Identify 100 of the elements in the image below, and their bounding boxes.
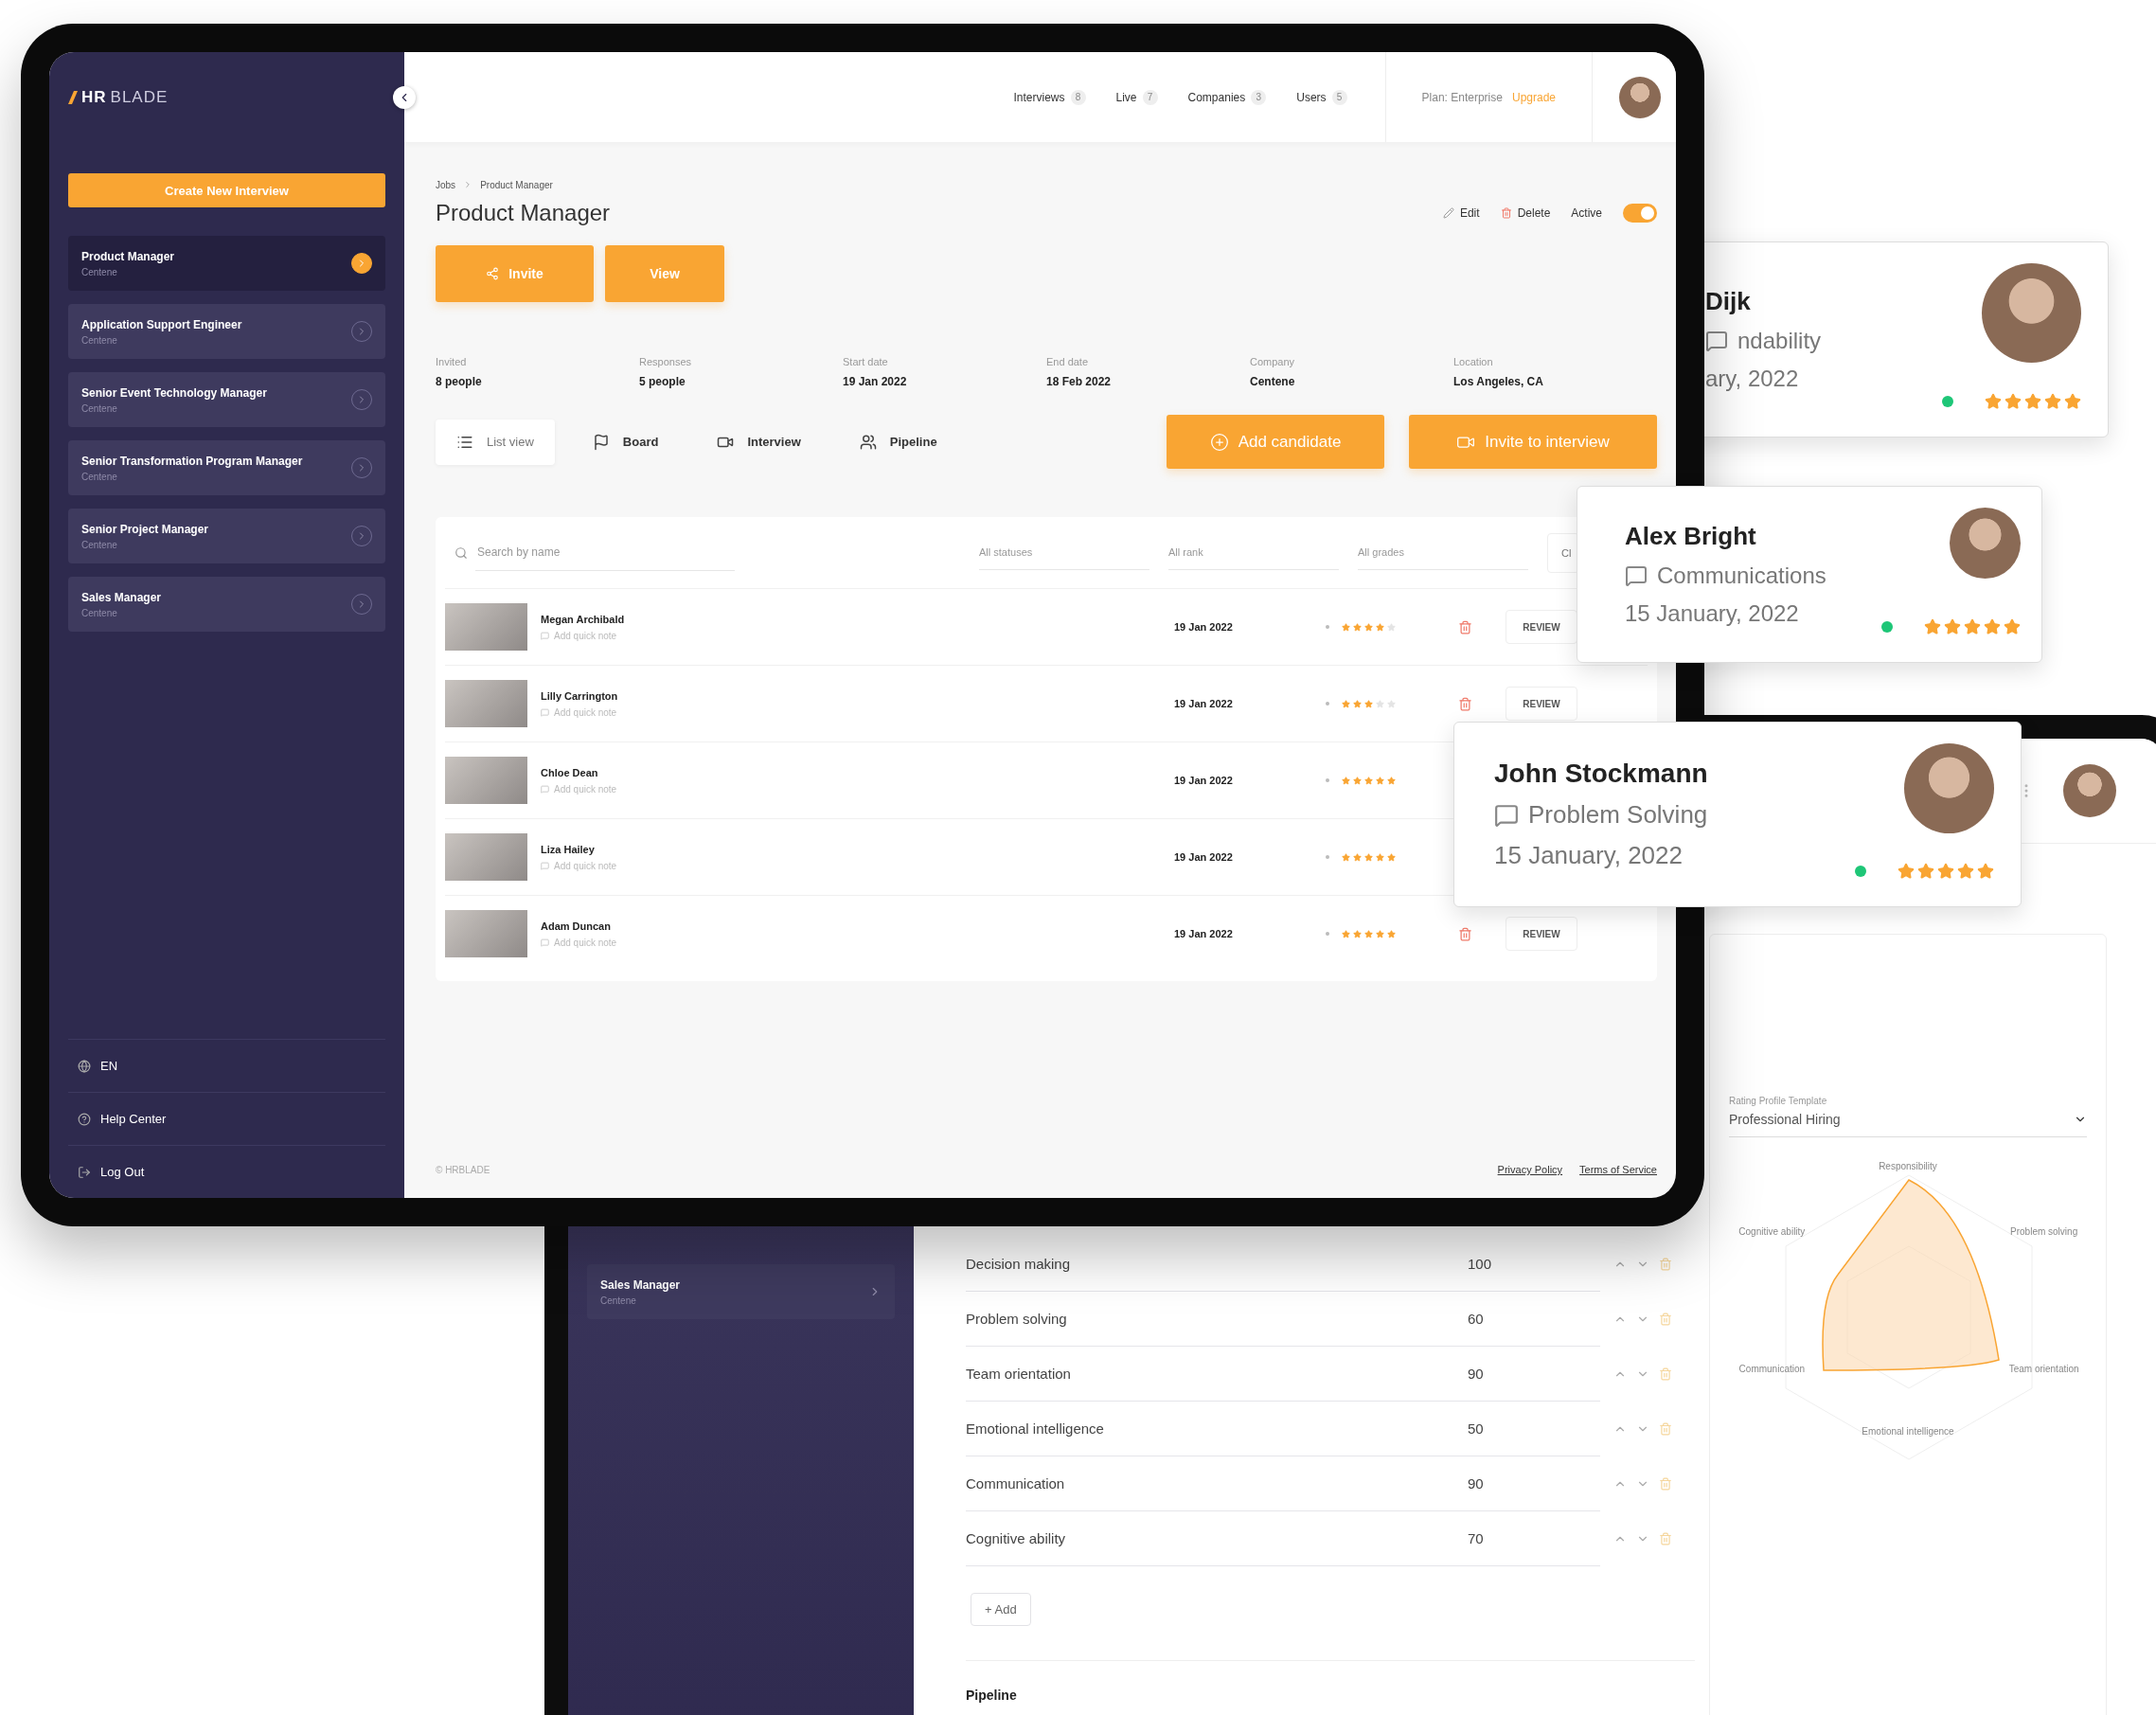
review-date: 15 January, 2022 <box>1625 600 1800 627</box>
star-icon <box>1937 863 1954 880</box>
stat-label: Location <box>1453 356 1494 367</box>
trash-icon[interactable] <box>1659 1532 1672 1545</box>
stat-label: Company <box>1250 356 1296 367</box>
status-dot <box>1855 866 1866 877</box>
star-icon <box>2024 393 2041 410</box>
company-name: Centene <box>81 539 118 550</box>
sidebar-link[interactable]: Log Out <box>68 1145 385 1198</box>
people-icon <box>859 433 877 451</box>
skill-score: 50 <box>1468 1402 1600 1456</box>
view-tab[interactable]: Interview <box>696 419 822 465</box>
candidate-name[interactable]: Lilly Carrington <box>541 689 1174 702</box>
view-tab[interactable]: Board <box>571 419 680 465</box>
star-icon <box>1342 699 1350 708</box>
clear-button[interactable]: Cl <box>1547 532 1579 573</box>
skill-score: 70 <box>1468 1511 1600 1566</box>
candidate-name[interactable]: Liza Hailey <box>541 843 1174 855</box>
chevron-icon <box>351 253 372 274</box>
delete-link[interactable]: Delete <box>1500 206 1551 220</box>
collapse-button[interactable] <box>393 86 416 109</box>
reviewer-name: Dijk <box>1705 287 1752 316</box>
skill-score: 90 <box>1468 1456 1600 1511</box>
nav-link[interactable]: Companies 3 <box>1187 89 1267 105</box>
star-icon <box>1342 929 1350 938</box>
template-dropdown[interactable]: Professional Hiring <box>1729 1106 2087 1137</box>
date-cell-text: 19 Jan 2022 <box>1174 698 1234 709</box>
sidebar-item[interactable]: Senior Event Technology Manager Centene <box>68 372 385 427</box>
sidebar-item[interactable]: Product Manager Centene <box>68 236 385 291</box>
review-button[interactable]: REVIEW <box>1506 610 1577 644</box>
skill-score: 90 <box>1468 1347 1600 1402</box>
review-button[interactable]: REVIEW <box>1506 687 1577 721</box>
trash-icon[interactable] <box>1458 926 1472 941</box>
star-icon <box>1387 699 1396 708</box>
stat-label: End date <box>1046 356 1090 367</box>
trash-icon[interactable] <box>1458 619 1472 634</box>
date-cell-text: 19 Jan 2022 <box>1174 775 1234 786</box>
edit-link[interactable]: Edit <box>1442 206 1480 220</box>
candidate-name[interactable]: Adam Duncan <box>541 920 1174 932</box>
trash-icon[interactable] <box>1659 1422 1672 1436</box>
page-title: Product Manager <box>436 200 611 226</box>
nav-link[interactable]: Live 7 <box>1115 89 1158 105</box>
star-icon <box>1364 776 1373 785</box>
star-icon <box>2064 393 2081 410</box>
chat-icon <box>541 707 549 717</box>
add-button[interactable]: + Add <box>971 1593 1031 1626</box>
company-name: Centene <box>81 402 118 414</box>
search-field[interactable]: Search by name <box>475 534 735 571</box>
status-dot <box>1942 396 1953 407</box>
sidebar-item[interactable]: Application Support Engineer Centene <box>68 304 385 359</box>
breadcrumb-link[interactable]: Jobs <box>436 180 456 190</box>
avatar[interactable] <box>1619 76 1661 118</box>
chat-icon <box>541 631 549 640</box>
count-badge: 5 <box>1331 89 1347 105</box>
candidate-name[interactable]: Megan Archibald <box>541 613 1174 625</box>
axis-label: Emotional intelligence <box>1862 1425 1954 1437</box>
sidebar-item[interactable]: Senior Transformation Program Manager Centene <box>68 440 385 495</box>
date-cell-text: 19 Jan 2022 <box>1174 928 1234 939</box>
stat-label: Invited <box>436 356 468 367</box>
job-title: Senior Project Manager <box>81 522 209 536</box>
star-icon <box>1364 622 1373 632</box>
star-icon <box>1387 622 1396 632</box>
trash-icon[interactable] <box>1659 1367 1672 1381</box>
footer-link[interactable]: Privacy Policy <box>1497 1164 1563 1175</box>
trash-icon[interactable] <box>1458 696 1472 711</box>
nav-link[interactable]: Interviews 8 <box>1013 89 1086 105</box>
plan-label: Plan: Enterprise <box>1421 90 1503 104</box>
star-icon <box>1353 852 1362 862</box>
star-icon <box>1984 618 2001 635</box>
star-icon <box>1353 622 1362 632</box>
trash-icon <box>1500 207 1512 219</box>
trash-icon[interactable] <box>1659 1313 1672 1326</box>
sidebar-link[interactable]: Help Center <box>68 1092 385 1145</box>
review-button[interactable]: REVIEW <box>1506 917 1577 951</box>
candidate-name[interactable]: Chloe Dean <box>541 766 1174 778</box>
avatar[interactable] <box>2063 764 2116 817</box>
job-title: Senior Transformation Program Manager <box>81 454 303 468</box>
trash-icon[interactable] <box>1659 1258 1672 1271</box>
nav-link[interactable]: Users 5 <box>1296 89 1347 105</box>
view-tab[interactable]: Pipeline <box>838 419 958 465</box>
sidebar-item[interactable]: Senior Project Manager Centene <box>68 509 385 563</box>
skill-label: Communications <box>1625 563 1826 589</box>
breadcrumb-link[interactable]: Product Manager <box>480 180 553 190</box>
skill-name: Emotional intelligence <box>966 1402 1468 1456</box>
sidebar-item[interactable]: Sales Manager Centene <box>68 577 385 632</box>
chat-icon <box>1625 564 1648 587</box>
footer-link[interactable]: Terms of Service <box>1579 1164 1657 1175</box>
flag-icon <box>592 433 610 451</box>
reviewer-name: Alex Bright <box>1625 522 1757 551</box>
view-tab[interactable]: List view <box>436 419 555 465</box>
star-icon <box>1342 852 1350 862</box>
skill-name: Decision making <box>966 1237 1468 1292</box>
company-name: Centene <box>81 266 118 277</box>
trash-icon[interactable] <box>1659 1477 1672 1491</box>
sidebar-item[interactable]: Sales Manager Centene <box>587 1264 895 1319</box>
skill-name: Communication <box>966 1456 1468 1511</box>
job-title: Application Support Engineer <box>81 317 242 331</box>
active-toggle[interactable] <box>1623 204 1657 223</box>
sidebar-link[interactable]: EN <box>68 1039 385 1092</box>
star-icon <box>2004 618 2021 635</box>
